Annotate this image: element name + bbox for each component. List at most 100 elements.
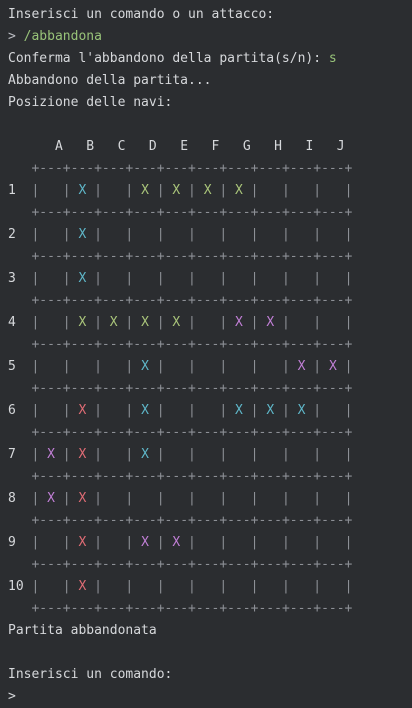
- board-cell: [259, 227, 282, 242]
- board-separator: +---+---+---+---+---+---+---+---+---+---…: [31, 601, 353, 616]
- board-cell: X: [141, 535, 149, 550]
- board-row: 8 | X | X | | | | | | | | |: [8, 491, 353, 506]
- board-cell: X: [235, 403, 243, 418]
- board-cell: [165, 491, 188, 506]
- column-label: G: [227, 139, 259, 154]
- board-cell: [165, 227, 188, 242]
- board-cell: [259, 535, 282, 550]
- board-separator: +---+---+---+---+---+---+---+---+---+---…: [31, 161, 353, 176]
- column-label: I: [289, 139, 322, 154]
- board-cell: X: [172, 315, 181, 330]
- board-cell: [259, 447, 282, 462]
- board-cell: [133, 491, 156, 506]
- board-cell: X: [141, 359, 149, 374]
- board-row: 4 | | X | X | X | X | | X | X | | |: [8, 315, 353, 330]
- board-cell: X: [78, 491, 87, 506]
- board-cell: X: [141, 183, 149, 198]
- board-cell: [290, 579, 313, 594]
- terminal-output: Inserisci un comando o un attacco: > /ab…: [0, 0, 412, 705]
- row-label: 4: [8, 315, 32, 330]
- ship-board: A B C D E F G H I J +---+---+---+---+---…: [8, 136, 412, 620]
- board-row: 2 | | X | | | | | | | | |: [8, 227, 353, 242]
- board-cell: [71, 359, 94, 374]
- column-label: J: [321, 139, 353, 154]
- board-cell: [196, 271, 219, 286]
- board-cell: X: [109, 315, 118, 330]
- board-cell: [259, 271, 282, 286]
- board-cell: X: [78, 579, 87, 594]
- board-cell: [133, 227, 156, 242]
- board-cell: X: [78, 535, 87, 550]
- board-row: 1 | | X | | X | X | X | X | | | |: [8, 183, 353, 198]
- board-cell: [321, 491, 344, 506]
- board-cell: [321, 447, 344, 462]
- board-cell: [290, 535, 313, 550]
- board-cell: [165, 359, 188, 374]
- board-cell: [196, 359, 219, 374]
- board-cell: [196, 403, 219, 418]
- board-cell: [102, 183, 125, 198]
- board-cell: [321, 315, 344, 330]
- row-label: 6: [8, 403, 32, 418]
- entered-command-line: > /abbandona: [8, 26, 412, 48]
- board-row: 3 | | X | | | | | | | | |: [8, 271, 353, 286]
- column-label: C: [101, 139, 134, 154]
- board-separator: +---+---+---+---+---+---+---+---+---+---…: [31, 513, 353, 528]
- board-cell: [102, 403, 125, 418]
- board-row: 10 | | X | | | | | | | | |: [8, 579, 353, 594]
- abandoning-message: Abbandono della partita...: [8, 73, 212, 88]
- board-cell: [290, 271, 313, 286]
- board-cell: [259, 579, 282, 594]
- command-prompt: Inserisci un comando o un attacco:: [8, 7, 275, 22]
- board-separator: +---+---+---+---+---+---+---+---+---+---…: [31, 293, 353, 308]
- board-cell: [290, 447, 313, 462]
- prompt-prefix: >: [8, 29, 24, 44]
- row-label: 2: [8, 227, 32, 242]
- column-label: D: [133, 139, 165, 154]
- board-separator: +---+---+---+---+---+---+---+---+---+---…: [31, 557, 353, 572]
- board-cell: [259, 359, 282, 374]
- board-cell: X: [235, 183, 243, 198]
- board-row: 6 | | X | | X | | | X | X | X | |: [8, 403, 353, 418]
- board-cell: [290, 227, 313, 242]
- board-separator: +---+---+---+---+---+---+---+---+---+---…: [31, 337, 353, 352]
- board-cell: X: [78, 315, 87, 330]
- board-separator: +---+---+---+---+---+---+---+---+---+---…: [31, 205, 353, 220]
- board-cell: X: [266, 403, 275, 418]
- column-label: F: [195, 139, 228, 154]
- board-cell: X: [78, 403, 87, 418]
- board-cell: [227, 447, 250, 462]
- board-cell: [196, 579, 219, 594]
- board-cell: [102, 359, 125, 374]
- board-cell: X: [297, 403, 306, 418]
- row-label: 9: [8, 535, 32, 550]
- board-cell: [196, 491, 219, 506]
- board-row: 5 | | | | X | | | | | X | X |: [8, 359, 353, 374]
- board-cell: [39, 403, 62, 418]
- board-cell: [321, 271, 344, 286]
- board-cell: X: [266, 315, 275, 330]
- board-cell: [39, 227, 62, 242]
- board-separator: +---+---+---+---+---+---+---+---+---+---…: [31, 381, 353, 396]
- board-cell: [39, 271, 62, 286]
- board-cell: X: [328, 359, 337, 374]
- ships-position-heading: Posizione delle navi:: [8, 95, 173, 110]
- board-cell: [39, 183, 62, 198]
- board-cell: [133, 271, 156, 286]
- column-header: A B C D E F G H I J: [8, 136, 412, 158]
- board-cell: [227, 227, 250, 242]
- board-cell: [227, 491, 250, 506]
- row-label: 8: [8, 491, 32, 506]
- board-cell: [321, 227, 344, 242]
- column-label: A: [39, 139, 71, 154]
- board-cell: [227, 271, 250, 286]
- confirm-answer: s: [328, 51, 337, 66]
- board-cell: [165, 579, 188, 594]
- board-separator: +---+---+---+---+---+---+---+---+---+---…: [31, 469, 353, 484]
- board-cell: X: [172, 535, 181, 550]
- board-cell: [133, 579, 156, 594]
- board-cell: [227, 359, 250, 374]
- board-cell: X: [235, 315, 243, 330]
